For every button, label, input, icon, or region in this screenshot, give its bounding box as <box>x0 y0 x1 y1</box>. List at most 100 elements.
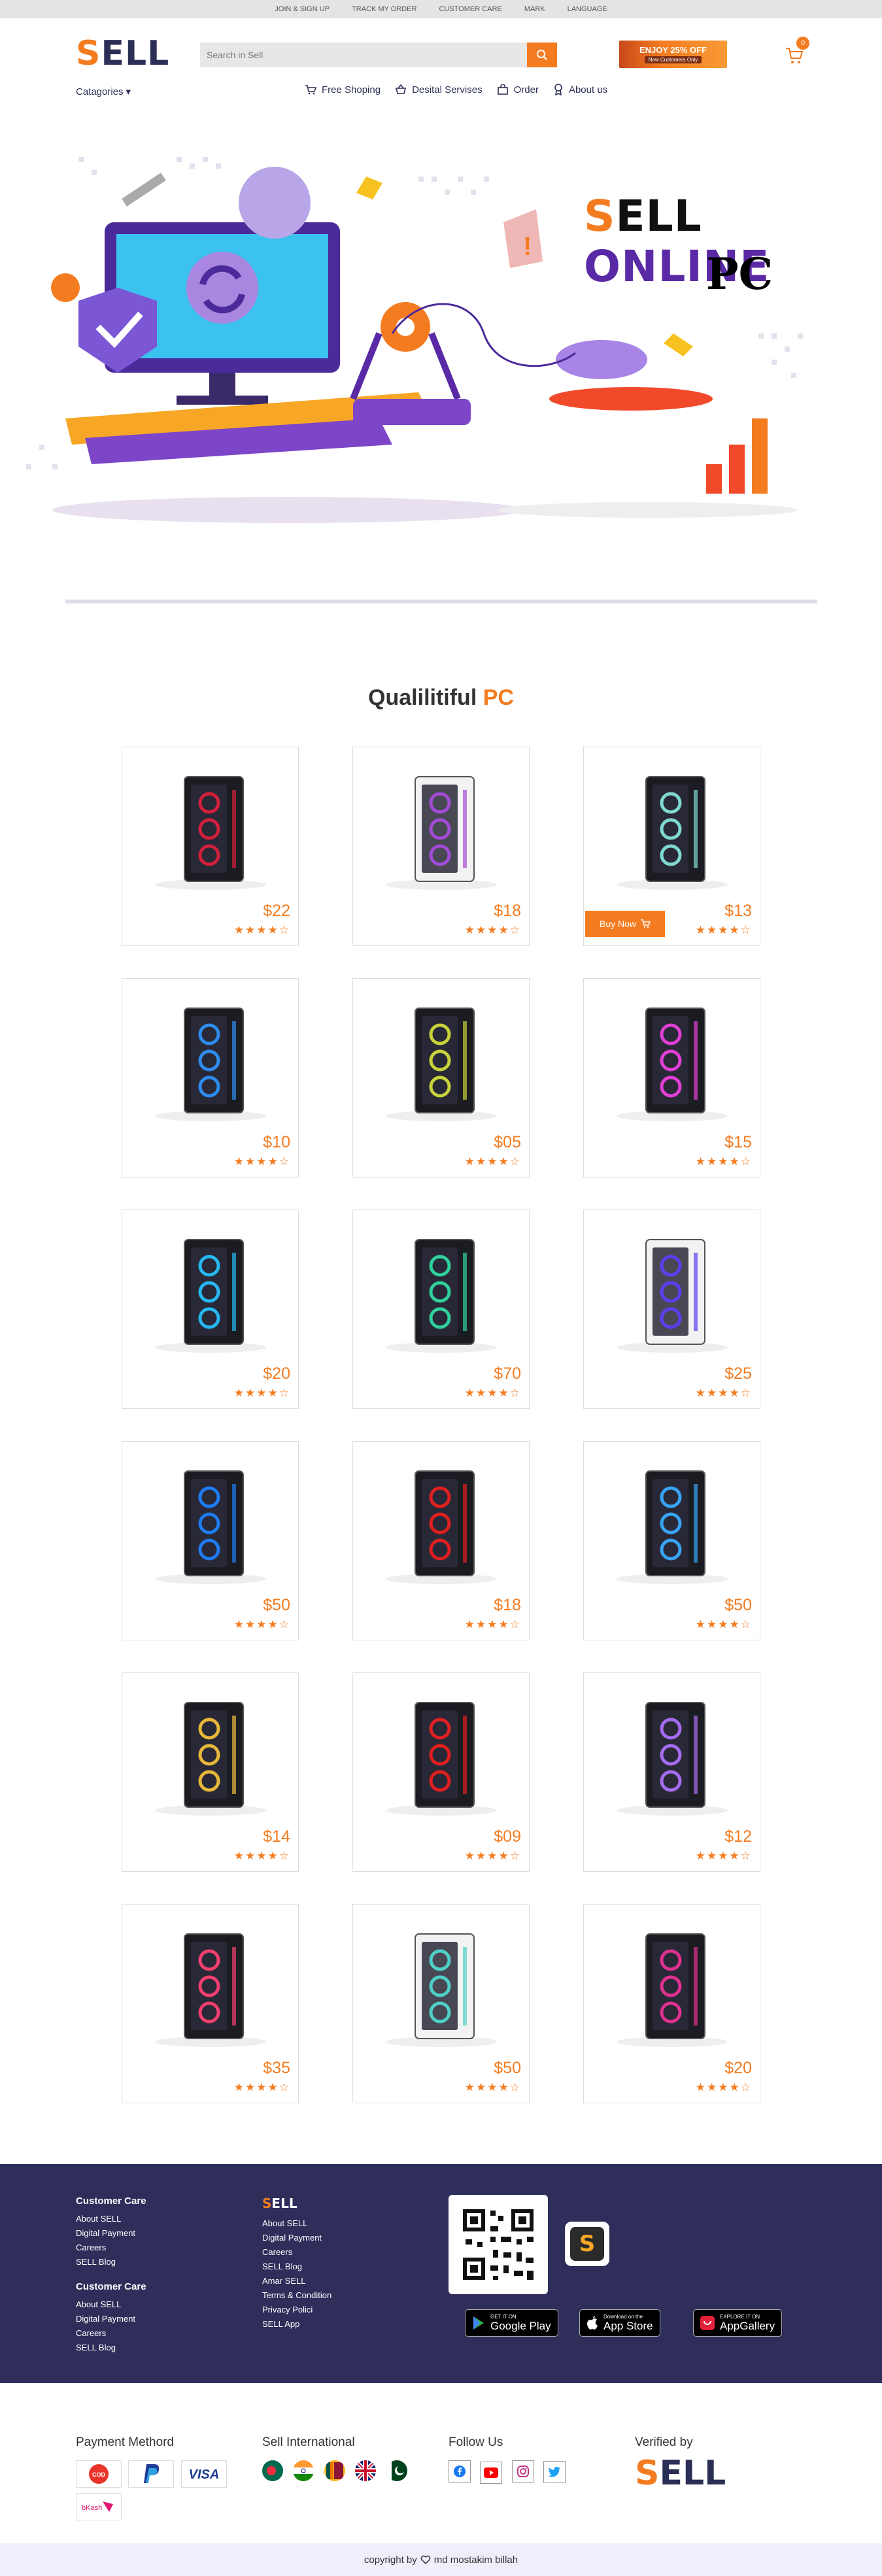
product-card[interactable]: $50 ★★★★☆ <box>583 1441 760 1640</box>
product-image <box>617 1470 728 1584</box>
product-image <box>155 1008 266 1121</box>
footer-link[interactable]: Careers <box>76 2326 146 2341</box>
app-gallery-icon <box>700 2316 715 2330</box>
product-price: $35 <box>263 2059 290 2077</box>
product-card[interactable]: $14 ★★★★☆ <box>122 1672 299 1872</box>
product-rating: ★★★★☆ <box>695 1618 752 1631</box>
topbar-language-link[interactable]: LANGUAGE <box>568 5 607 13</box>
nav-label: About us <box>568 84 608 95</box>
product-price: $12 <box>724 1827 752 1846</box>
paypal-icon <box>128 2460 175 2488</box>
topbar-mark-link[interactable]: MARK <box>524 5 545 13</box>
copyright-bar: copyright by md mostakim billah <box>0 2543 882 2576</box>
search-button[interactable] <box>527 42 557 67</box>
instagram-icon[interactable] <box>511 2460 534 2483</box>
footer-link[interactable]: Careers <box>262 2245 331 2260</box>
cart-button[interactable]: 0 <box>785 37 809 67</box>
google-play-button[interactable]: GET IT ON Google Play <box>465 2309 558 2337</box>
product-rating: ★★★★☆ <box>464 1618 521 1631</box>
product-rating: ★★★★☆ <box>233 1387 290 1399</box>
product-card[interactable]: $12 ★★★★☆ <box>583 1672 760 1872</box>
product-card[interactable]: $35 ★★★★☆ <box>122 1904 299 2103</box>
product-image <box>386 1933 497 2047</box>
nav-order[interactable]: Order <box>497 84 539 95</box>
product-card[interactable]: $25 ★★★★☆ <box>583 1210 760 1409</box>
twitter-icon[interactable] <box>543 2461 566 2483</box>
promo-title: ENJOY 25% OFF <box>639 45 707 55</box>
header-logo[interactable]: SELL <box>76 34 169 73</box>
payment-cod-icon: COD <box>76 2460 122 2488</box>
footer-link[interactable]: Digital Payment <box>262 2231 331 2245</box>
pakistan-flag-icon[interactable] <box>386 2460 407 2481</box>
uk-flag-icon[interactable] <box>355 2460 377 2481</box>
facebook-icon[interactable] <box>449 2460 471 2483</box>
product-card[interactable]: $70 ★★★★☆ <box>352 1210 530 1409</box>
svg-text:VISA: VISA <box>189 2467 220 2482</box>
app-gallery-button[interactable]: EXPLORE IT ON AppGallery <box>693 2309 783 2337</box>
product-rating: ★★★★☆ <box>464 924 521 936</box>
footer-link[interactable]: SELL Blog <box>262 2260 331 2274</box>
app-store-button[interactable]: Download on the App Store <box>579 2309 660 2337</box>
footer-link[interactable]: SELL Blog <box>76 2255 146 2269</box>
product-card[interactable]: $10 ★★★★☆ <box>122 978 299 1178</box>
product-card[interactable]: $22 ★★★★☆ <box>122 747 299 946</box>
footer-link[interactable]: Privacy Polici <box>262 2303 331 2317</box>
footer-link[interactable]: Digital Payment <box>76 2226 146 2241</box>
footer-link[interactable]: SELL Blog <box>76 2341 146 2355</box>
product-image <box>386 1008 497 1121</box>
topbar-customer-care-link[interactable]: CUSTOMER CARE <box>439 5 501 13</box>
product-card[interactable]: $50 ★★★★☆ <box>122 1441 299 1640</box>
product-price: $18 <box>494 1596 521 1614</box>
product-rating: ★★★★☆ <box>464 1155 521 1168</box>
bangladesh-flag-icon[interactable] <box>262 2460 283 2481</box>
categories-dropdown[interactable]: Catagories ▾ <box>76 86 131 98</box>
product-card[interactable]: $50 ★★★★☆ <box>352 1904 530 2103</box>
india-flag-icon[interactable] <box>293 2460 314 2481</box>
bottom-section: Payment Methord COD VISA bKash Sell Inte… <box>0 2383 882 2543</box>
footer-link[interactable]: Terms & Condition <box>262 2288 331 2303</box>
product-card[interactable]: $18 ★★★★☆ <box>352 1441 530 1640</box>
topbar-track-link[interactable]: TRACK MY ORDER <box>352 5 416 13</box>
sri-lanka-flag-icon[interactable] <box>324 2460 345 2481</box>
cart-icon <box>305 85 316 95</box>
svg-text:COD: COD <box>92 2471 106 2478</box>
product-price: $50 <box>494 2059 521 2077</box>
product-price: $15 <box>724 1133 752 1151</box>
product-card[interactable]: $05 ★★★★☆ <box>352 978 530 1178</box>
footer-heading: Customer Care <box>76 2195 146 2207</box>
footer-link[interactable]: SELL App <box>262 2317 331 2331</box>
product-rating: ★★★★☆ <box>695 924 752 936</box>
product-card[interactable]: $20 ★★★★☆ <box>122 1210 299 1409</box>
footer-link[interactable]: Careers <box>76 2241 146 2255</box>
promo-banner[interactable]: ENJOY 25% OFF New Customers Only <box>619 41 727 68</box>
buy-now-button[interactable]: Buy Now <box>585 911 665 937</box>
follow-us: Follow Us <box>449 2435 572 2484</box>
product-card[interactable]: $15 ★★★★☆ <box>583 978 760 1178</box>
product-rating: ★★★★☆ <box>464 2081 521 2093</box>
product-card[interactable]: $20 ★★★★☆ <box>583 1904 760 2103</box>
nav-about-us[interactable]: About us <box>553 84 607 95</box>
search-input[interactable] <box>200 42 527 67</box>
app-logo-letter: S <box>570 2227 604 2261</box>
footer-link[interactable]: About SELL <box>76 2297 146 2312</box>
product-card[interactable]: $09 ★★★★☆ <box>352 1672 530 1872</box>
qr-code-icon <box>463 2209 534 2280</box>
product-rating: ★★★★☆ <box>695 1387 752 1399</box>
product-image <box>617 1008 728 1121</box>
section-title: Qualilitiful PC <box>368 685 514 710</box>
product-image <box>386 1702 497 1816</box>
footer-link[interactable]: About SELL <box>76 2212 146 2226</box>
product-card[interactable]: $13 ★★★★☆ Buy Now <box>583 747 760 946</box>
nav-digital-services[interactable]: Desital Servises <box>395 84 483 95</box>
product-image <box>155 776 266 890</box>
nav-free-shopping[interactable]: Free Shoping <box>305 84 381 95</box>
footer-link[interactable]: Amar SELL <box>262 2274 331 2288</box>
topbar-join-link[interactable]: JOIN & SIGN UP <box>275 5 330 13</box>
product-card[interactable]: $18 ★★★★☆ <box>352 747 530 946</box>
footer-link[interactable]: About SELL <box>262 2216 331 2231</box>
youtube-icon[interactable] <box>480 2462 503 2484</box>
nav-label: Desital Servises <box>412 84 483 95</box>
bag-icon <box>497 84 508 95</box>
basket-icon <box>396 84 407 94</box>
footer-link[interactable]: Digital Payment <box>76 2312 146 2326</box>
